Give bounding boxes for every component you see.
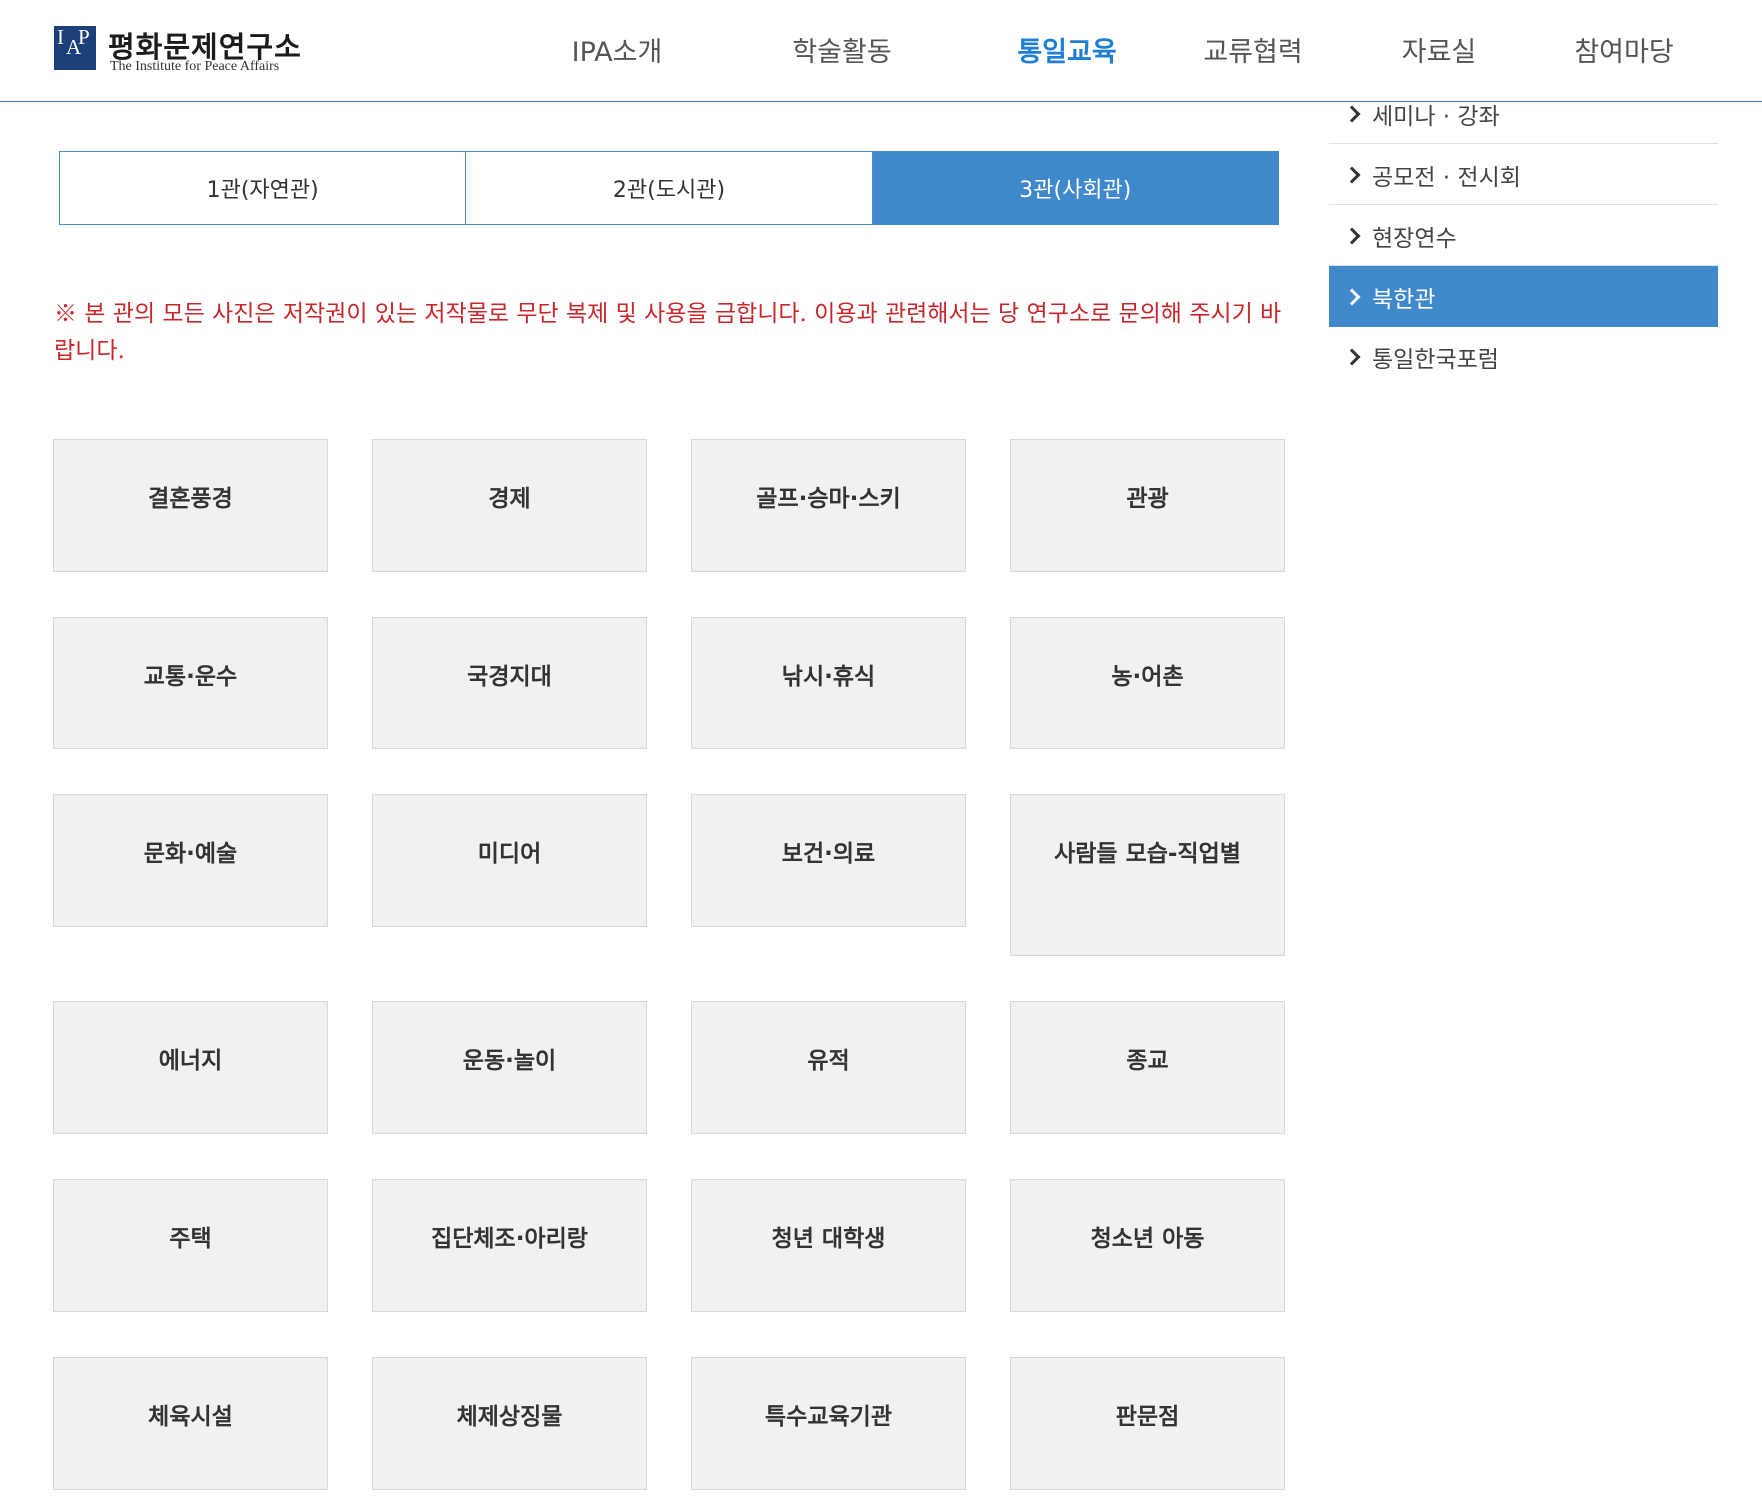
sidebar-item-seminar[interactable]: 세미나 · 강좌 [1329,84,1718,144]
category-label: 국경지대 [467,664,552,690]
category-label: 체육시설 [148,1404,233,1430]
category-label: 특수교육기관 [765,1404,892,1430]
category-media[interactable]: 미디어 [372,794,647,927]
category-label: 경제 [488,486,531,512]
ipa-logo-icon: I A P [54,26,96,70]
chevron-right-icon [1343,348,1361,366]
category-label: 판문점 [1115,1404,1180,1430]
category-fishing-rest[interactable]: 낚시·휴식 [691,617,966,749]
nav-exchange-cooperation[interactable]: 교류협력 [1203,30,1302,69]
category-label: 결혼풍경 [148,486,233,512]
nav-participation[interactable]: 참여마당 [1574,30,1673,69]
category-label: 낚시·휴식 [781,664,876,690]
category-health-medical[interactable]: 보건·의료 [691,794,966,927]
category-label: 농·어촌 [1111,664,1184,690]
category-label: 종교 [1126,1048,1169,1074]
category-label: 청소년 아동 [1090,1226,1205,1252]
copyright-notice: ※ 본 관의 모든 사진은 저작권이 있는 저작물로 무단 복제 및 사용을 금… [54,301,1282,364]
category-label: 집단체조·아리랑 [431,1226,588,1252]
category-border-area[interactable]: 국경지대 [372,617,647,749]
nav-academic-activities[interactable]: 학술활동 [792,30,891,69]
category-regime-symbols[interactable]: 체제상징물 [372,1357,647,1490]
sidebar-item-label: 북한관 [1372,286,1436,313]
chevron-right-icon [1343,166,1361,183]
category-energy[interactable]: 에너지 [53,1001,328,1134]
sidebar-item-label: 현장연수 [1372,225,1457,252]
category-transport[interactable]: 교통·운수 [53,617,328,749]
category-university-students[interactable]: 청년 대학생 [691,1179,966,1312]
category-sports-play[interactable]: 운동·놀이 [372,1001,647,1134]
sidebar-item-label: 공모전 · 전시회 [1372,164,1521,191]
category-label: 보건·의료 [781,841,876,867]
category-people-by-occupation[interactable]: 사람들 모습-직업별 [1010,794,1285,956]
category-special-education[interactable]: 특수교육기관 [691,1357,966,1490]
category-sports-facilities[interactable]: 체육시설 [53,1357,328,1490]
sidebar-item-label: 통일한국포럼 [1372,347,1499,373]
category-label: 에너지 [158,1048,223,1074]
category-label: 청년 대학생 [771,1226,886,1252]
site-logo[interactable]: I A P 평화문제연구소 The Institute for Peace Af… [54,24,314,74]
logo-title-english: The Institute for Peace Affairs [110,59,280,74]
category-label: 주택 [169,1226,212,1252]
category-wedding-scenes[interactable]: 결혼풍경 [53,439,328,572]
category-label: 교통·운수 [143,664,238,690]
category-panmunjom[interactable]: 판문점 [1010,1357,1285,1490]
nav-ipa-intro[interactable]: IPA소개 [572,30,663,69]
category-label: 미디어 [477,841,542,867]
category-label: 유적 [807,1048,850,1074]
category-economy[interactable]: 경제 [372,439,647,572]
category-religion[interactable]: 종교 [1010,1001,1285,1134]
sidebar-item-contest-exhibition[interactable]: 공모전 · 전시회 [1329,145,1718,205]
nav-archive[interactable]: 자료실 [1402,30,1477,69]
category-label: 운동·놀이 [462,1048,557,1074]
category-culture-arts[interactable]: 문화·예술 [53,794,328,927]
chevron-right-icon [1343,105,1361,122]
sidebar-item-field-training[interactable]: 현장연수 [1329,206,1718,266]
category-label: 사람들 모습-직업별 [1054,841,1241,867]
chevron-right-icon [1343,227,1361,244]
category-label: 골프·승마·스키 [756,486,901,512]
chevron-right-icon [1343,288,1361,305]
category-youth-children[interactable]: 청소년 아동 [1010,1179,1285,1312]
category-golf-riding-ski[interactable]: 골프·승마·스키 [691,439,966,572]
category-mass-games-arirang[interactable]: 집단체조·아리랑 [372,1179,647,1312]
category-tourism[interactable]: 관광 [1010,439,1285,572]
category-label: 문화·예술 [143,841,238,867]
tab-hall-1-nature[interactable]: 1관(자연관) [59,151,467,225]
sidebar-item-unified-korea-forum[interactable]: 통일한국포럼 [1329,327,1718,387]
category-housing[interactable]: 주택 [53,1179,328,1312]
category-label: 관광 [1126,486,1169,512]
hall-tabs: 1관(자연관) 2관(도시관) 3관(사회관) [59,151,1279,225]
sidebar-item-north-korea-hall[interactable]: 북한관 [1329,266,1718,327]
tab-hall-2-city[interactable]: 2관(도시관) [466,151,873,225]
tab-hall-3-society[interactable]: 3관(사회관) [872,151,1279,225]
category-label: 체제상징물 [456,1404,563,1430]
category-farming-fishing-villages[interactable]: 농·어촌 [1010,617,1285,749]
sidebar-item-label: 세미나 · 강좌 [1372,103,1500,130]
category-historic-sites[interactable]: 유적 [691,1001,966,1134]
nav-unification-education[interactable]: 통일교육 [1017,30,1116,69]
